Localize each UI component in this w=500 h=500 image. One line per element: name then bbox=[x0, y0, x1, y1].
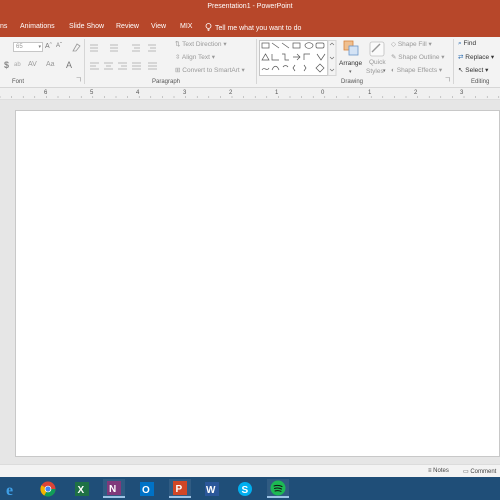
convert-smartart-button[interactable]: ⊞ Convert to SmartArt ▾ bbox=[175, 66, 245, 74]
change-case-icon[interactable]: AV bbox=[28, 61, 37, 68]
dialog-launcher-icon[interactable] bbox=[445, 77, 450, 82]
font-group-label: Font bbox=[12, 79, 25, 85]
svg-text:O: O bbox=[142, 485, 150, 496]
shapes-gallery[interactable] bbox=[259, 40, 337, 76]
chevron-down-icon: ▾ bbox=[38, 44, 41, 50]
excel-icon[interactable]: X bbox=[71, 479, 93, 498]
title-bar: Presentation1 - PowerPoint bbox=[0, 0, 500, 15]
editing-group-label: Editing bbox=[471, 79, 490, 85]
group-divider bbox=[453, 39, 454, 84]
decrease-font-icon[interactable]: Aˇ bbox=[56, 43, 62, 49]
status-bar: ≡ Notes ▭ Comment bbox=[0, 464, 500, 477]
ruler-ticks bbox=[0, 96, 500, 98]
dialog-launcher-icon[interactable] bbox=[76, 77, 81, 82]
paragraph-group-label: Paragraph bbox=[152, 79, 181, 85]
tab-mix[interactable]: MIX bbox=[180, 23, 192, 30]
find-button[interactable]: ⌕ Find bbox=[458, 40, 476, 48]
cursor-icon: ↖ bbox=[458, 67, 464, 74]
drawing-group-label: Drawing bbox=[341, 79, 364, 85]
powerpoint-icon[interactable]: P bbox=[169, 479, 191, 498]
window-title: Presentation1 - PowerPoint bbox=[207, 3, 293, 10]
svg-text:S: S bbox=[242, 485, 249, 496]
ribbon: 65 ▾ Aˆ Aˇ $ ab AV Aa A Font ⇅ Text Dire… bbox=[0, 37, 500, 88]
svg-text:P: P bbox=[176, 484, 183, 495]
horizontal-ruler: 6 5 4 3 2 1 0 1 2 3 bbox=[0, 88, 500, 100]
char-spacing-icon[interactable]: ab bbox=[14, 62, 21, 68]
word-icon[interactable]: W bbox=[201, 479, 223, 498]
shape-effects-button[interactable]: ◐ Shape Effects ▾ bbox=[391, 66, 442, 74]
tab-review[interactable]: Review bbox=[116, 23, 139, 30]
svg-text:W: W bbox=[206, 485, 216, 496]
tab-transitions[interactable]: ns bbox=[0, 23, 7, 30]
quick-styles-icon[interactable] bbox=[368, 40, 386, 58]
comments-button[interactable]: ▭ Comment bbox=[463, 468, 496, 475]
font-size-box[interactable]: 65 ▾ bbox=[13, 42, 43, 52]
taskbar: e X N O P W S bbox=[0, 477, 500, 500]
quick-styles-label-2[interactable]: Styles bbox=[366, 68, 384, 75]
font-color-icon[interactable]: A bbox=[66, 60, 72, 70]
svg-text:N: N bbox=[109, 484, 116, 495]
chevron-down-icon: ▾ bbox=[349, 69, 352, 75]
group-divider bbox=[256, 39, 257, 84]
align-text-button[interactable]: ⇳ Align Text ▾ bbox=[175, 53, 215, 61]
shape-outline-button[interactable]: ✎ Shape Outline ▾ bbox=[391, 53, 445, 61]
ribbon-tabs: ns Animations Slide Show Review View MIX… bbox=[0, 15, 500, 37]
replace-button[interactable]: ⇄ Replace ▾ bbox=[458, 53, 494, 61]
internet-explorer-icon[interactable]: e bbox=[0, 479, 22, 498]
lightbulb-icon bbox=[205, 23, 212, 31]
list-indent-icons[interactable] bbox=[90, 43, 170, 52]
chrome-icon[interactable] bbox=[37, 479, 59, 498]
skype-icon[interactable]: S bbox=[234, 479, 256, 498]
tab-animations[interactable]: Animations bbox=[20, 23, 55, 30]
tab-view[interactable]: View bbox=[151, 23, 166, 30]
tell-me-search[interactable]: Tell me what you want to do bbox=[205, 23, 301, 32]
search-icon: ⌕ bbox=[458, 40, 462, 47]
arrange-label[interactable]: Arrange bbox=[339, 60, 362, 67]
text-case-icon[interactable]: Aa bbox=[46, 61, 55, 68]
svg-text:X: X bbox=[78, 485, 85, 496]
strikethrough-icon[interactable]: $ bbox=[4, 60, 9, 70]
outlook-icon[interactable]: O bbox=[136, 479, 158, 498]
arrange-icon[interactable] bbox=[343, 40, 361, 58]
notes-button[interactable]: ≡ Notes bbox=[428, 468, 449, 474]
tell-me-text: Tell me what you want to do bbox=[215, 25, 302, 32]
increase-font-icon[interactable]: Aˆ bbox=[45, 43, 52, 50]
shape-fill-button[interactable]: ◇ Shape Fill ▾ bbox=[391, 40, 432, 48]
onenote-icon[interactable]: N bbox=[103, 479, 125, 498]
slide-canvas[interactable] bbox=[15, 110, 500, 457]
spotify-icon[interactable] bbox=[267, 479, 289, 498]
chevron-down-icon: ▾ bbox=[383, 68, 386, 74]
tab-slide-show[interactable]: Slide Show bbox=[69, 23, 104, 30]
quick-styles-label-1[interactable]: Quick bbox=[369, 59, 386, 66]
replace-icon: ⇄ bbox=[458, 54, 464, 61]
clear-formatting-icon[interactable] bbox=[72, 43, 81, 52]
text-direction-button[interactable]: ⇅ Text Direction ▾ bbox=[175, 40, 227, 48]
slide-workspace bbox=[0, 100, 500, 464]
font-size-value: 65 bbox=[16, 44, 23, 50]
select-button[interactable]: ↖ Select ▾ bbox=[458, 66, 488, 74]
alignment-icons[interactable] bbox=[90, 61, 170, 70]
group-divider bbox=[84, 39, 85, 84]
svg-text:e: e bbox=[6, 482, 13, 497]
